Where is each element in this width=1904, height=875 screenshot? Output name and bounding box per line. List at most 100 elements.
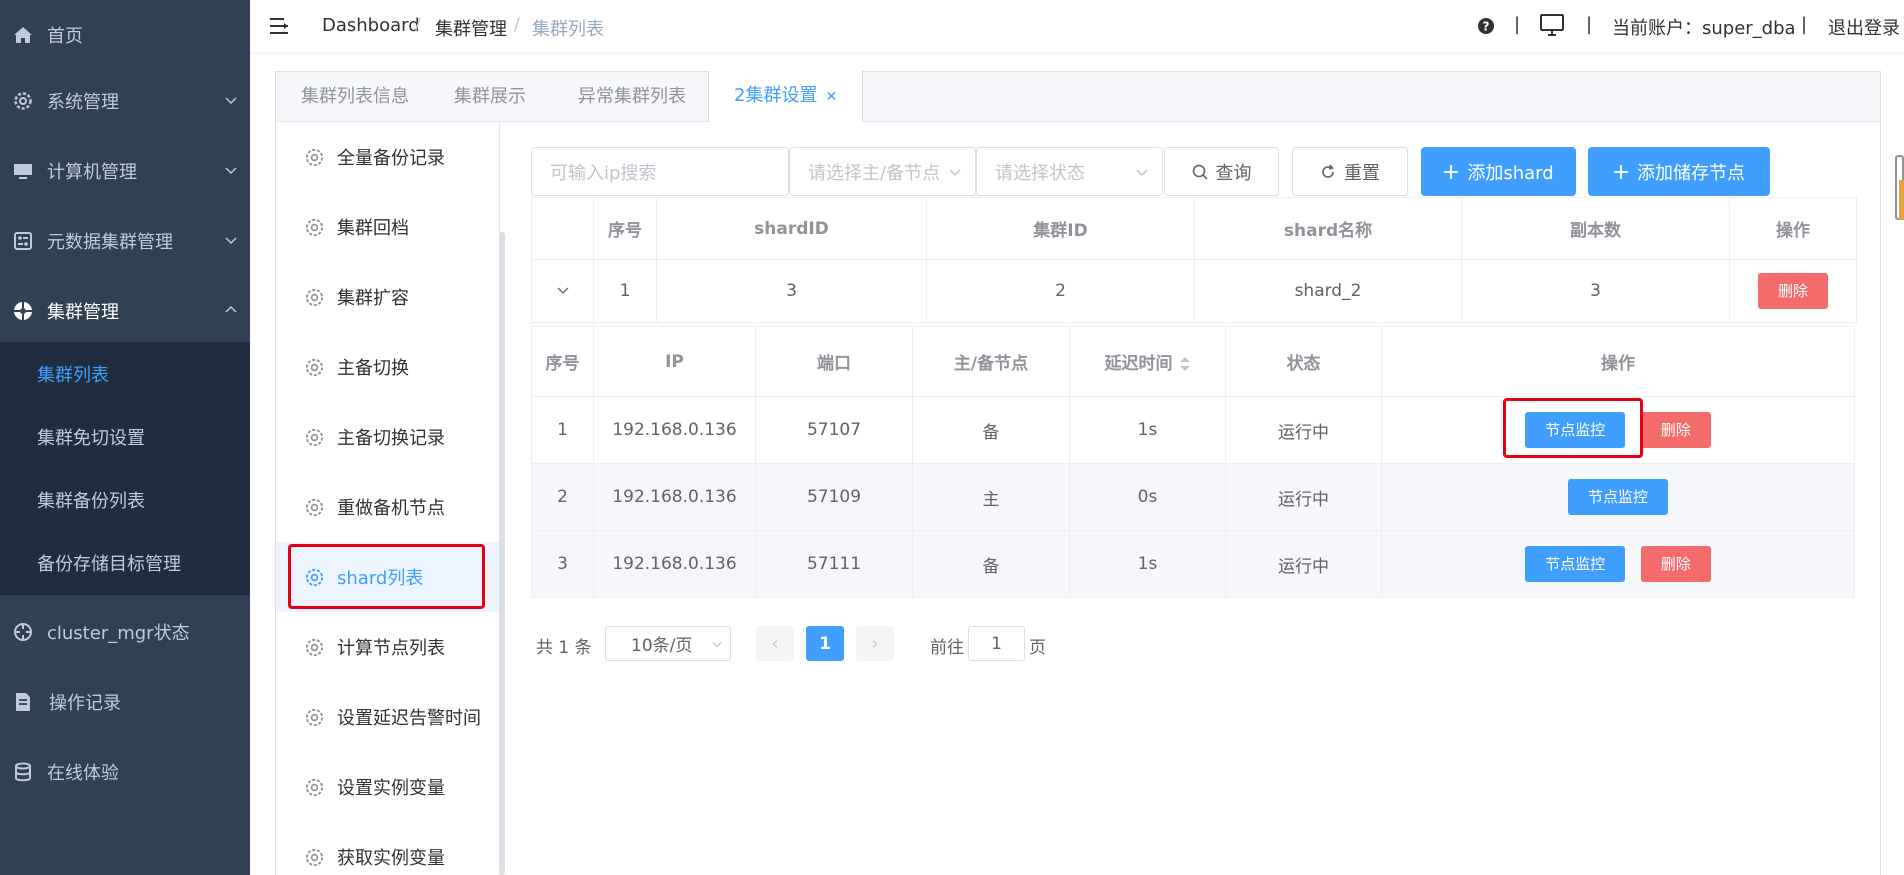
- menu-item-cluster-rollback[interactable]: 集群回档: [276, 192, 500, 262]
- table-cell: 备: [912, 396, 1070, 464]
- table-cell: 2: [926, 259, 1195, 323]
- sidebar-item-home[interactable]: 首页: [0, 0, 250, 70]
- expand-cell[interactable]: [531, 259, 594, 323]
- table-cell: 主: [912, 463, 1070, 531]
- column-header-sortable[interactable]: 延迟时间: [1069, 326, 1226, 397]
- delete-shard-button[interactable]: 删除: [1757, 273, 1828, 309]
- menu-scrollbar[interactable]: [499, 232, 505, 875]
- chevron-down-icon[interactable]: [557, 284, 569, 296]
- sort-icon[interactable]: [1179, 356, 1191, 372]
- menu-item-cluster-expand[interactable]: 集群扩容: [276, 262, 500, 332]
- menu-item-label: 设置实例变量: [337, 778, 445, 799]
- database-icon: [15, 762, 31, 782]
- add-shard-button[interactable]: 添加shard: [1421, 147, 1576, 196]
- table-cell: 0s: [1069, 463, 1226, 531]
- table-cell: 节点监控 删除: [1381, 396, 1855, 464]
- column-header-label: 延迟时间: [1104, 354, 1173, 374]
- submenu-item-failover-settings[interactable]: 集群免切设置: [0, 405, 250, 468]
- svg-text:?: ?: [1483, 20, 1490, 34]
- cluster-icon: [14, 302, 32, 320]
- header-separator: |: [1514, 14, 1521, 35]
- column-header: 操作: [1729, 197, 1857, 260]
- table-cell: 192.168.0.136: [593, 396, 756, 464]
- ip-search-input[interactable]: 可输入ip搜索: [531, 147, 789, 196]
- node-monitor-button[interactable]: 节点监控: [1567, 479, 1668, 515]
- table-cell: 3: [1461, 259, 1730, 323]
- page-scrollbar-thumb[interactable]: [1899, 180, 1904, 220]
- button-label: 查询: [1215, 162, 1252, 184]
- goto-page-input[interactable]: 1: [968, 626, 1025, 661]
- table-cell: 删除: [1729, 259, 1857, 323]
- menu-item-label: 获取实例变量: [337, 848, 445, 869]
- submenu-item-backup-storage[interactable]: 备份存储目标管理: [0, 531, 250, 594]
- chevron-down-icon: [225, 97, 237, 105]
- column-header: 副本数: [1461, 197, 1730, 260]
- page-1-button[interactable]: 1: [806, 626, 844, 661]
- table-header-row: 序号 IP 端口 主/备节点 延迟时间 状态 操作: [531, 326, 1855, 397]
- menu-item-get-variables[interactable]: 获取实例变量: [276, 822, 500, 875]
- submenu-item-backup-list[interactable]: 集群备份列表: [0, 468, 250, 531]
- chevron-left-icon: ‹: [771, 633, 779, 654]
- header-separator: |: [1586, 14, 1593, 35]
- node-monitor-button[interactable]: 节点监控: [1525, 412, 1626, 448]
- status-cell: 运行中: [1225, 463, 1382, 531]
- gear-icon: [305, 288, 324, 307]
- button-label: 添加储存节点: [1637, 162, 1745, 184]
- sidebar-item-operation-log[interactable]: 操作记录: [0, 667, 250, 737]
- table-row: 1 192.168.0.136 57107 备 1s 运行中 节点监控 删除: [531, 396, 1855, 464]
- page-size-select[interactable]: 10条/页: [605, 626, 731, 661]
- logout-link[interactable]: 退出登录: [1828, 14, 1900, 40]
- menu-item-switchover[interactable]: 主备切换: [276, 332, 500, 402]
- highlight-box: [288, 544, 485, 609]
- tab-cluster-settings[interactable]: 2集群设置 ✕: [708, 71, 864, 122]
- sidebar-item-computer[interactable]: 计算机管理: [0, 136, 250, 206]
- menu-item-compute-nodes[interactable]: 计算节点列表: [276, 612, 500, 682]
- menu-item-switchover-records[interactable]: 主备切换记录: [276, 402, 500, 472]
- table-header-row: 序号 shardID 集群ID shard名称 副本数 操作: [531, 197, 1857, 260]
- chevron-up-icon: [225, 305, 237, 313]
- menu-item-rebuild-standby[interactable]: 重做备机节点: [276, 472, 500, 542]
- sidebar-item-online-trial[interactable]: 在线体验: [0, 737, 250, 807]
- menu-item-delay-alert[interactable]: 设置延迟告警时间: [276, 682, 500, 752]
- next-page-button[interactable]: ›: [856, 626, 894, 661]
- table-row: 1 3 2 shard_2 3 删除: [531, 259, 1857, 323]
- tab-cluster-display[interactable]: 集群展示: [429, 72, 551, 122]
- refresh-icon: [1322, 163, 1334, 178]
- status-select[interactable]: 请选择状态: [976, 147, 1163, 196]
- delete-node-button[interactable]: 删除: [1640, 546, 1711, 582]
- menu-item-label: 集群回档: [337, 218, 409, 239]
- home-icon: [14, 27, 32, 43]
- reset-button[interactable]: 重置: [1292, 147, 1408, 196]
- sidebar-item-cluster-mgr-status[interactable]: cluster_mgr状态: [0, 597, 250, 667]
- input-placeholder: 可输入ip搜索: [550, 162, 657, 184]
- node-monitor-button[interactable]: 节点监控: [1525, 546, 1626, 582]
- close-icon[interactable]: ✕: [825, 89, 837, 105]
- sidebar-item-metadata-cluster[interactable]: 元数据集群管理: [0, 206, 250, 276]
- column-header: 序号: [593, 197, 657, 260]
- hamburger-icon[interactable]: [270, 17, 290, 35]
- node-role-select[interactable]: 请选择主/备节点: [789, 147, 976, 196]
- page-unit-label: 页: [1029, 638, 1046, 658]
- question-icon[interactable]: ?: [1477, 17, 1495, 35]
- pagination-total: 共 1 条: [536, 638, 592, 658]
- prev-page-button[interactable]: ‹: [756, 626, 794, 661]
- sidebar-item-label: cluster_mgr状态: [47, 623, 190, 644]
- select-placeholder: 请选择状态: [995, 162, 1085, 184]
- tab-abnormal-clusters[interactable]: 异常集群列表: [553, 72, 711, 122]
- menu-item-full-backup-records[interactable]: 全量备份记录: [276, 122, 500, 192]
- menu-item-set-variables[interactable]: 设置实例变量: [276, 752, 500, 822]
- breadcrumb-dashboard[interactable]: Dashboard: [322, 15, 420, 36]
- crosshair-icon: [14, 623, 32, 641]
- column-header: IP: [593, 326, 756, 397]
- tab-label: 集群展示: [454, 86, 526, 107]
- search-button[interactable]: 查询: [1164, 147, 1279, 196]
- table-cell: 57107: [755, 396, 913, 464]
- breadcrumb-cluster-mgmt[interactable]: 集群管理: [435, 15, 507, 41]
- add-storage-node-button[interactable]: 添加储存节点: [1588, 147, 1770, 196]
- sidebar-item-cluster-mgmt[interactable]: 集群管理: [0, 276, 250, 346]
- delete-node-button[interactable]: 删除: [1640, 412, 1711, 448]
- tab-cluster-list-info[interactable]: 集群列表信息: [276, 72, 434, 122]
- submenu-item-cluster-list[interactable]: 集群列表: [0, 342, 250, 405]
- screen-icon[interactable]: [1540, 14, 1564, 36]
- sidebar-item-system[interactable]: 系统管理: [0, 66, 250, 136]
